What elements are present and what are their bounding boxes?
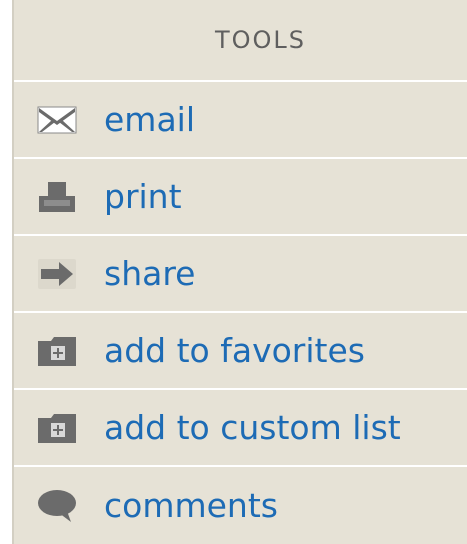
tools-header: TOOLS xyxy=(14,0,467,82)
tool-add-to-custom-list[interactable]: add to custom list xyxy=(14,390,467,467)
tool-comments[interactable]: comments xyxy=(14,467,467,544)
tool-print[interactable]: print xyxy=(14,159,467,236)
printer-icon xyxy=(36,176,78,218)
tools-title: TOOLS xyxy=(214,26,307,54)
tool-comments-label: comments xyxy=(104,486,278,525)
tool-add-to-custom-list-label: add to custom list xyxy=(104,408,401,447)
envelope-icon xyxy=(36,99,78,141)
tool-add-to-favorites-label: add to favorites xyxy=(104,331,365,370)
folder-add-icon xyxy=(36,330,78,372)
folder-add-icon xyxy=(36,407,78,449)
arrow-right-icon xyxy=(36,253,78,295)
tool-print-label: print xyxy=(104,177,182,216)
tool-email[interactable]: email xyxy=(14,82,467,159)
tool-share-label: share xyxy=(104,254,196,293)
tools-list: email print share add to favorites add t… xyxy=(14,82,467,544)
tools-panel: TOOLS email print share add to favorites… xyxy=(12,0,467,544)
speech-bubble-icon xyxy=(36,485,78,527)
tool-email-label: email xyxy=(104,100,196,139)
tool-share[interactable]: share xyxy=(14,236,467,313)
tool-add-to-favorites[interactable]: add to favorites xyxy=(14,313,467,390)
